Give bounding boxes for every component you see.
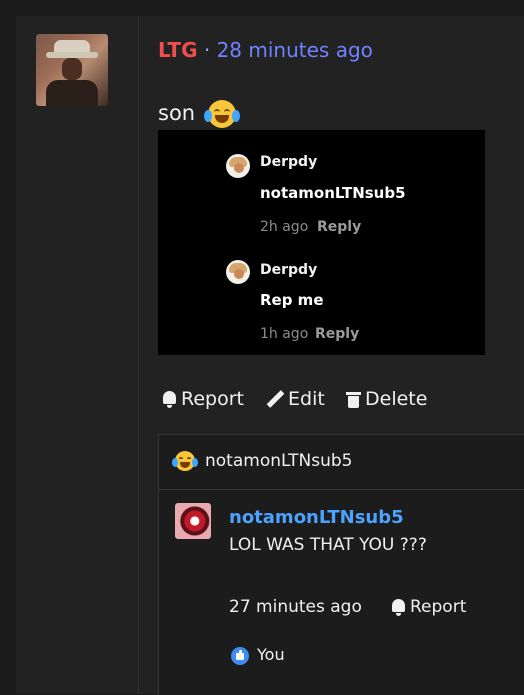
embed-reply-button: Reply (315, 326, 360, 342)
embed-reply-name: Derpdy (260, 262, 318, 278)
thumbs-up-icon[interactable] (231, 647, 249, 665)
comment-gutter (16, 16, 139, 694)
reply-thread-header-text: notamonLTNsub5 (205, 451, 353, 471)
laughing-crying-emoji-icon (172, 451, 198, 471)
embed-reply-button: Reply (317, 219, 362, 235)
meta-separator: · (203, 38, 211, 62)
reply-report-label: Report (410, 597, 467, 617)
embed-reply-text: notamonLTNsub5 (260, 184, 406, 202)
reply-thread: notamonLTNsub5 notamonLTNsub5 LOL WAS TH… (158, 434, 524, 695)
comment-time[interactable]: 28 minutes ago (217, 38, 373, 62)
comment-meta: LTG · 28 minutes ago (158, 38, 373, 62)
report-label: Report (181, 388, 244, 410)
embedded-screenshot[interactable]: Derpdy notamonLTNsub5 2h ago Reply Derpd… (158, 130, 485, 355)
reply-thread-header[interactable]: notamonLTNsub5 (159, 435, 524, 490)
author-avatar[interactable] (36, 34, 108, 106)
delete-label: Delete (365, 388, 428, 410)
delete-button[interactable]: Delete (346, 388, 427, 410)
embed-reply-avatar (226, 260, 250, 284)
embed-reply-time: 2h ago (260, 219, 309, 235)
reply-body: LOL WAS THAT YOU ??? (229, 535, 427, 555)
edit-label: Edit (288, 388, 325, 410)
trash-icon (346, 390, 361, 408)
comment-body: son (158, 100, 240, 128)
edit-button[interactable]: Edit (266, 388, 325, 410)
like-label: You (257, 645, 285, 664)
comment-body-text: son (158, 101, 196, 125)
comment-author[interactable]: LTG (158, 38, 198, 62)
reply-author-avatar[interactable] (175, 503, 211, 539)
embed-reply-avatar (226, 154, 250, 178)
report-button[interactable]: Report (162, 388, 244, 410)
avatar-face (62, 58, 82, 80)
bell-icon (162, 390, 177, 408)
avatar-coat (46, 80, 98, 106)
laughing-crying-emoji-icon (203, 100, 240, 128)
embed-reply-time: 1h ago (260, 326, 309, 342)
bell-icon (391, 598, 406, 616)
pencil-icon (266, 390, 284, 408)
reply-author[interactable]: notamonLTNsub5 (229, 507, 404, 528)
embed-reply-text: Rep me (260, 291, 324, 309)
embed-reply-name: Derpdy (260, 154, 318, 170)
comment-card: LTG · 28 minutes ago son Derpdy notamonL… (16, 16, 524, 695)
reply-report-button[interactable]: Report (391, 597, 466, 617)
reply-time[interactable]: 27 minutes ago (229, 597, 362, 617)
